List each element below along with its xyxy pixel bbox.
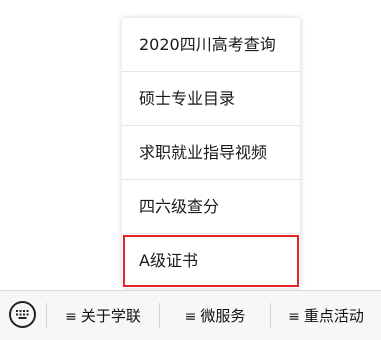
bar-item-micro-service[interactable]: ≡ 微服务	[160, 291, 270, 340]
menu-item-master-catalog[interactable]: 硕士专业目录	[122, 72, 300, 126]
menu-lines-icon: ≡	[65, 309, 77, 325]
menu-item-cet-scores[interactable]: 四六级查分	[122, 180, 300, 234]
bottom-menu-bar: ≡ 关于学联 ≡ 微服务 ≡ 重点活动	[0, 290, 381, 340]
bar-item-about-label: 关于学联	[80, 307, 141, 325]
bar-item-about[interactable]: ≡ 关于学联	[47, 291, 159, 340]
menu-lines-icon: ≡	[288, 309, 300, 325]
menu-lines-icon: ≡	[184, 309, 197, 325]
menu-item-a-certificate[interactable]: A级证书	[122, 234, 300, 288]
menu-item-gaokao-query[interactable]: 2020四川高考查询	[122, 18, 300, 72]
submenu-popup: 2020四川高考查询 硕士专业目录 求职就业指导视频 四六级查分 A级证书	[122, 18, 300, 288]
bar-item-key-activities-label: 重点活动	[303, 307, 364, 325]
bar-item-key-activities[interactable]: ≡ 重点活动	[271, 291, 381, 340]
wechat-menu-screen: 2020四川高考查询 硕士专业目录 求职就业指导视频 四六级查分 A级证书 ≡ 关…	[0, 0, 381, 340]
bar-item-micro-service-label: 微服务	[200, 307, 246, 325]
menu-item-career-videos[interactable]: 求职就业指导视频	[122, 126, 300, 180]
keyboard-icon[interactable]	[9, 301, 36, 328]
keyboard-keys-icon	[16, 310, 29, 319]
